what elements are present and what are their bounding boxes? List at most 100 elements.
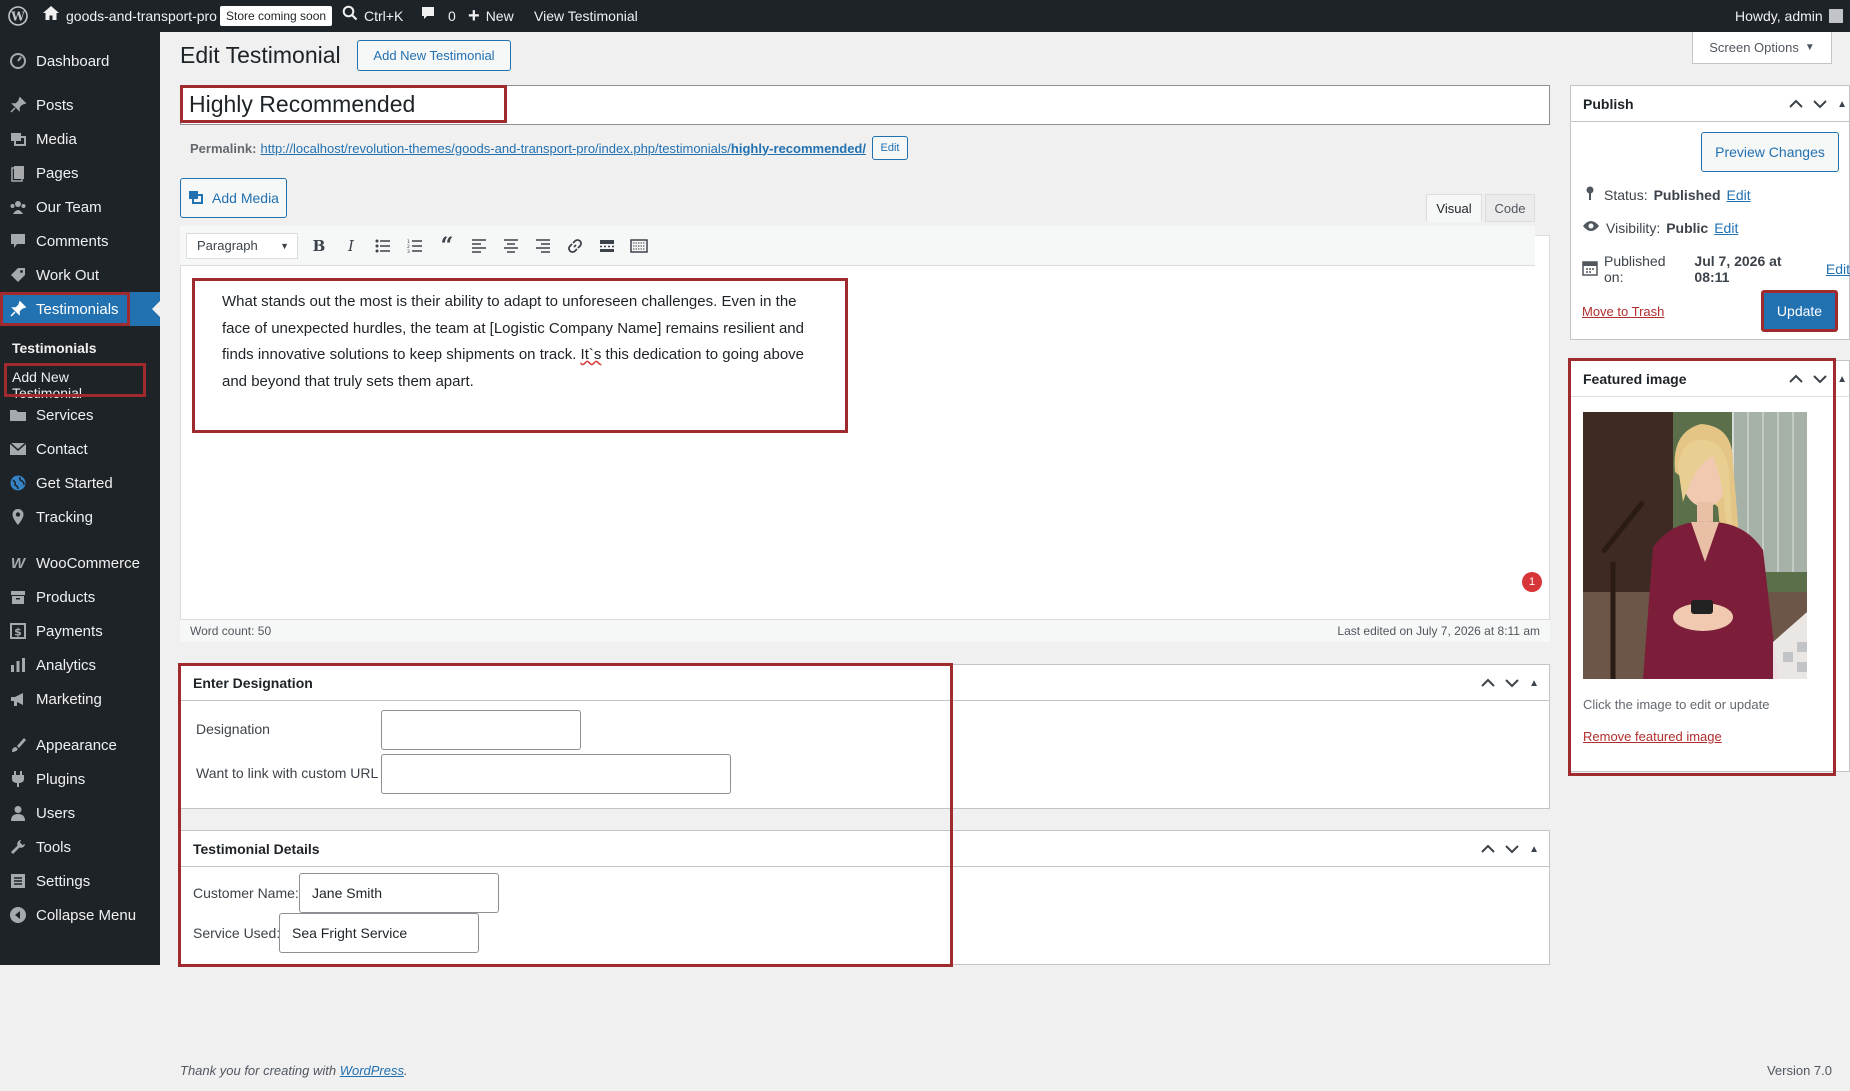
align-right-icon[interactable] (532, 235, 554, 257)
sidebar-item-services[interactable]: Services (0, 398, 160, 432)
remove-featured-image-link[interactable]: Remove featured image (1583, 729, 1722, 744)
publish-box-title: Publish (1583, 95, 1634, 112)
add-new-testimonial-button[interactable]: Add New Testimonial (357, 40, 511, 71)
visibility-value: Public (1666, 219, 1709, 236)
view-testimonial-link[interactable]: View Testimonial (534, 0, 638, 32)
status-edit-link[interactable]: Edit (1727, 187, 1751, 203)
submenu-add-new-testimonial[interactable]: Add New Testimonial (4, 363, 146, 401)
custom-url-input[interactable] (381, 754, 731, 794)
post-title-input[interactable]: Highly Recommended (180, 85, 507, 123)
sidebar-item-dashboard[interactable]: Dashboard (0, 44, 160, 78)
custom-url-label: Want to link with custom URL (196, 765, 379, 781)
pin-icon (0, 300, 36, 318)
sidebar-item-marketing[interactable]: Marketing (0, 682, 160, 716)
sidebar-item-settings[interactable]: Settings (0, 864, 160, 898)
designation-input[interactable] (381, 710, 581, 750)
move-up-icon[interactable] (1481, 842, 1495, 857)
designation-box-controls: ▲ (1481, 665, 1539, 701)
published-on-edit-link[interactable]: Edit (1826, 261, 1850, 277)
user-icon (0, 804, 36, 822)
sidebar-item-label: WooCommerce (36, 554, 140, 572)
sidebar-item-users[interactable]: Users (0, 796, 160, 830)
move-down-icon[interactable] (1505, 842, 1519, 857)
sidebar-item-analytics[interactable]: Analytics (0, 648, 160, 682)
collapse-toggle-icon[interactable]: ▲ (1837, 374, 1847, 385)
wordpress-link[interactable]: WordPress (340, 1063, 404, 1078)
move-down-icon[interactable] (1505, 676, 1519, 691)
numbered-list-icon[interactable]: 123 (404, 235, 426, 257)
key-icon (1582, 185, 1598, 204)
details-box-header: Testimonial Details (181, 831, 1549, 867)
bold-icon[interactable]: B (308, 235, 330, 257)
collapse-toggle-icon[interactable]: ▲ (1529, 844, 1539, 855)
format-select[interactable]: Paragraph ▼ (186, 232, 298, 259)
service-used-input[interactable]: Sea Fright Service (279, 913, 479, 953)
bulleted-list-icon[interactable] (372, 235, 394, 257)
new-content-button[interactable]: + New (468, 0, 514, 32)
sidebar-item-appearance[interactable]: Appearance (0, 728, 160, 762)
toolbar-toggle-icon[interactable] (628, 235, 650, 257)
add-media-label: Add Media (212, 190, 279, 206)
store-coming-soon-badge[interactable]: Store coming soon (220, 0, 333, 32)
content-misspelled-word: It`s (580, 346, 602, 363)
globe-icon (0, 474, 36, 492)
sidebar-item-woocommerce[interactable]: W WooCommerce (0, 546, 160, 580)
visibility-row: Visibility: Public Edit (1582, 219, 1738, 236)
move-up-icon[interactable] (1789, 372, 1803, 387)
media-icon (0, 130, 36, 148)
add-media-button[interactable]: Add Media (180, 178, 287, 218)
preview-changes-button[interactable]: Preview Changes (1701, 132, 1839, 172)
comments-link[interactable]: 0 (420, 0, 456, 32)
permalink-edit-button[interactable]: Edit (871, 136, 908, 160)
sidebar-item-testimonials[interactable]: Testimonials (0, 292, 160, 326)
italic-icon[interactable]: I (340, 235, 362, 257)
link-icon[interactable] (564, 235, 586, 257)
permalink-url[interactable]: http://localhost/revolution-themes/goods… (260, 141, 866, 156)
move-down-icon[interactable] (1813, 97, 1827, 112)
sidebar-item-media[interactable]: Media (0, 122, 160, 156)
align-center-icon[interactable] (500, 235, 522, 257)
site-name-link[interactable]: goods-and-transport-pro (42, 0, 217, 32)
collapse-toggle-icon[interactable]: ▲ (1837, 99, 1847, 110)
collapse-menu-button[interactable]: Collapse Menu (0, 898, 160, 932)
update-button[interactable]: Update (1761, 290, 1838, 332)
move-up-icon[interactable] (1481, 676, 1495, 691)
sidebar-item-plugins[interactable]: Plugins (0, 762, 160, 796)
calendar-icon (1582, 260, 1598, 279)
align-left-icon[interactable] (468, 235, 490, 257)
collapse-toggle-icon[interactable]: ▲ (1529, 678, 1539, 689)
customer-name-input[interactable]: Jane Smith (299, 873, 499, 913)
sidebar-item-work-out[interactable]: Work Out (0, 258, 160, 292)
sidebar-item-products[interactable]: Products (0, 580, 160, 614)
sidebar-item-comments[interactable]: Comments (0, 224, 160, 258)
sidebar-item-posts[interactable]: Posts (0, 88, 160, 122)
submenu-testimonials[interactable]: Testimonials (12, 340, 97, 356)
sidebar-item-payments[interactable]: $ Payments (0, 614, 160, 648)
command-palette-button[interactable]: Ctrl+K (342, 0, 403, 32)
my-account-menu[interactable]: Howdy, admin (1735, 0, 1843, 32)
sidebar-item-get-started[interactable]: Get Started (0, 466, 160, 500)
sidebar-item-our-team[interactable]: Our Team (0, 190, 160, 224)
sidebar-item-label: Get Started (36, 474, 113, 492)
sidebar-item-tracking[interactable]: Tracking (0, 500, 160, 534)
sidebar-item-pages[interactable]: Pages (0, 156, 160, 190)
sidebar-item-contact[interactable]: Contact (0, 432, 160, 466)
sidebar-item-tools[interactable]: Tools (0, 830, 160, 864)
featured-image-box-title: Featured image (1583, 370, 1687, 387)
move-up-icon[interactable] (1789, 97, 1803, 112)
notification-badge[interactable]: 1 (1522, 572, 1542, 592)
sidebar-item-label: Payments (36, 622, 103, 640)
tab-visual[interactable]: Visual (1426, 194, 1482, 222)
editor-content[interactable]: What stands out the most is their abilit… (192, 278, 848, 433)
screen-options-toggle[interactable]: Screen Options ▼ (1692, 32, 1832, 64)
move-to-trash-link[interactable]: Move to Trash (1582, 304, 1664, 319)
pin-icon (0, 96, 36, 114)
visibility-edit-link[interactable]: Edit (1714, 220, 1738, 236)
wordpress-logo-icon[interactable]: W (8, 0, 28, 32)
tab-code[interactable]: Code (1485, 194, 1535, 222)
featured-image[interactable] (1583, 412, 1807, 679)
blockquote-icon[interactable]: “ (436, 233, 458, 259)
move-down-icon[interactable] (1813, 372, 1827, 387)
customer-name-label: Customer Name: (193, 885, 299, 901)
read-more-icon[interactable] (596, 235, 618, 257)
